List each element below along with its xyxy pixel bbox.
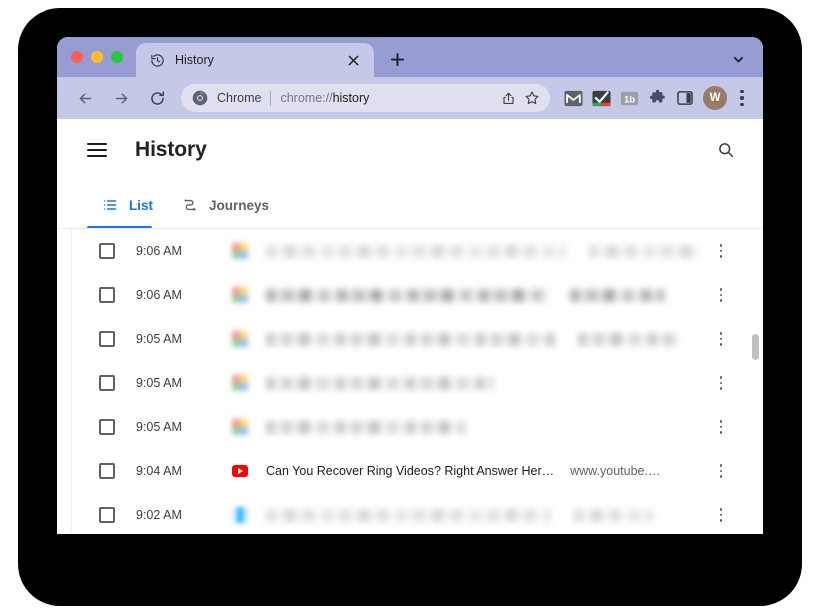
minimize-window-button[interactable]: [91, 51, 103, 63]
1b-extension-icon[interactable]: 1b: [616, 85, 642, 111]
history-list: 9:06 AM 9:06 AM 9:05 AM 9:05 AM 9:05 AM 9:04 …: [72, 229, 749, 534]
row-timestamp: 9:05 AM: [136, 376, 218, 390]
screenshot-stage: History: [0, 0, 820, 616]
side-panel-icon[interactable]: [672, 85, 698, 111]
row-timestamp: 9:05 AM: [136, 332, 218, 346]
row-menu-button[interactable]: [710, 328, 732, 350]
reload-button[interactable]: [143, 84, 171, 112]
row-title-redacted: [266, 377, 494, 390]
blurred-favicon-icon: [232, 287, 248, 303]
history-row[interactable]: 9:02 AM: [72, 493, 749, 534]
browser-toolbar: Chrome chrome://history: [57, 77, 763, 119]
search-icon[interactable]: [713, 137, 739, 163]
journeys-path-icon: [181, 196, 199, 214]
history-list-container: 9:06 AM 9:06 AM 9:05 AM 9:05 AM 9:05 AM 9:04 …: [57, 229, 763, 534]
omnibox-url-text: chrome://history: [280, 91, 496, 105]
history-row[interactable]: 9:05 AM: [72, 405, 749, 449]
row-menu-button[interactable]: [710, 460, 732, 482]
tab-list-label: List: [129, 198, 153, 213]
omnibox-url-path: history: [333, 91, 370, 105]
row-timestamp: 9:06 AM: [136, 288, 218, 302]
row-checkbox[interactable]: [99, 375, 115, 391]
row-timestamp: 9:05 AM: [136, 420, 218, 434]
star-icon[interactable]: [520, 86, 544, 110]
row-checkbox[interactable]: [99, 331, 115, 347]
browser-window: History: [57, 37, 763, 534]
history-clock-icon: [149, 52, 165, 68]
history-row[interactable]: 9:06 AM: [72, 273, 749, 317]
hamburger-menu-icon[interactable]: [87, 137, 113, 163]
row-timestamp: 9:02 AM: [136, 508, 218, 522]
chrome-logo-icon: [192, 90, 208, 106]
history-row[interactable]: 9:05 AM: [72, 361, 749, 405]
scrollbar-thumb[interactable]: [752, 334, 759, 360]
row-menu-button[interactable]: [710, 416, 732, 438]
row-checkbox[interactable]: [99, 419, 115, 435]
page-title: History: [135, 138, 207, 162]
blurred-favicon-icon: [232, 507, 248, 523]
gmail-extension-icon[interactable]: [560, 85, 586, 111]
tab-strip: History: [57, 37, 763, 77]
close-tab-button[interactable]: [342, 49, 364, 71]
row-title-redacted: [266, 289, 548, 302]
back-button[interactable]: [71, 84, 99, 112]
tab-journeys-label: Journeys: [209, 198, 269, 213]
three-dot-menu-icon[interactable]: [730, 85, 754, 111]
puzzle-piece-icon[interactable]: [644, 85, 670, 111]
row-title-redacted: [266, 333, 556, 346]
row-checkbox[interactable]: [99, 507, 115, 523]
row-url-redacted: [588, 245, 698, 258]
row-timestamp: 9:04 AM: [136, 464, 218, 478]
row-menu-button[interactable]: [710, 372, 732, 394]
youtube-favicon-icon: [232, 463, 248, 479]
svg-text:1b: 1b: [623, 94, 634, 105]
row-menu-button[interactable]: [710, 504, 732, 526]
chevron-down-icon[interactable]: [727, 48, 749, 70]
history-page-header: History: [57, 119, 763, 181]
row-url-redacted: [570, 289, 665, 302]
row-menu-button[interactable]: [710, 284, 732, 306]
checkmark-extension-icon[interactable]: [588, 85, 614, 111]
blurred-favicon-icon: [232, 375, 248, 391]
history-row[interactable]: 9:06 AM: [72, 229, 749, 273]
row-title-redacted: [266, 421, 466, 434]
history-page: History: [57, 119, 763, 534]
row-timestamp: 9:06 AM: [136, 244, 218, 258]
row-title[interactable]: Can You Recover Ring Videos? Right Answe…: [266, 464, 554, 478]
address-bar[interactable]: Chrome chrome://history: [181, 84, 550, 112]
tab-journeys[interactable]: Journeys: [167, 181, 283, 229]
omnibox-brand-label: Chrome: [217, 91, 261, 105]
maximize-window-button[interactable]: [111, 51, 123, 63]
browser-tab-history[interactable]: History: [136, 43, 374, 77]
row-menu-button[interactable]: [710, 240, 732, 262]
row-url-redacted: [578, 333, 678, 346]
history-row[interactable]: 9:04 AM Can You Recover Ring Videos? Righ…: [72, 449, 749, 493]
history-tabs: List Journeys: [57, 181, 763, 229]
omnibox-url-prefix: chrome://: [280, 91, 332, 105]
row-checkbox[interactable]: [99, 243, 115, 259]
omnibox-separator: [270, 91, 271, 106]
avatar[interactable]: W: [703, 86, 727, 110]
row-title-redacted: [266, 509, 551, 522]
window-traffic-lights: [71, 51, 123, 63]
share-icon[interactable]: [496, 86, 520, 110]
close-window-button[interactable]: [71, 51, 83, 63]
row-checkbox[interactable]: [99, 463, 115, 479]
browser-tab-title: History: [175, 53, 342, 67]
row-url: www.youtube.…: [570, 464, 660, 478]
vertical-scrollbar[interactable]: [749, 229, 763, 534]
row-title-redacted: [266, 245, 566, 258]
tab-list[interactable]: List: [87, 181, 167, 229]
blurred-favicon-icon: [232, 419, 248, 435]
row-url-redacted: [573, 509, 653, 522]
blurred-favicon-icon: [232, 331, 248, 347]
history-row[interactable]: 9:05 AM: [72, 317, 749, 361]
new-tab-button[interactable]: [385, 47, 409, 71]
list-icon: [101, 196, 119, 214]
blurred-favicon-icon: [232, 243, 248, 259]
forward-button[interactable]: [107, 84, 135, 112]
row-checkbox[interactable]: [99, 287, 115, 303]
